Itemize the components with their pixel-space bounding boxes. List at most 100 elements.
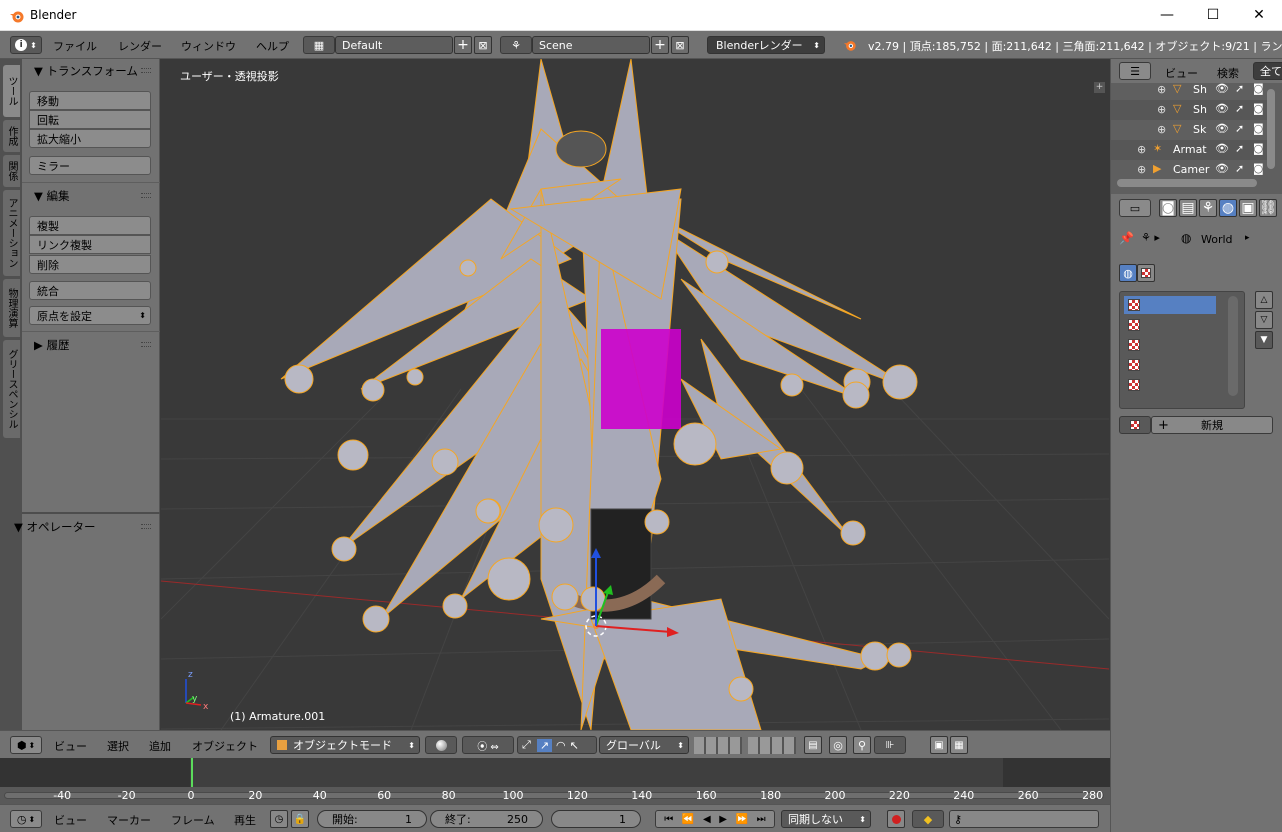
constraints-tab-icon[interactable]: ⛓ [1259,199,1277,217]
texture-slot[interactable] [1124,376,1216,394]
manipulator-toggle-icon[interactable]: ⤢ [522,738,531,752]
move-slot-down-button[interactable]: ▽ [1255,311,1273,329]
jump-end-icon[interactable]: ⏭ [757,814,766,825]
start-frame-field[interactable]: 開始: 1 [317,810,427,828]
drag-handle-icon[interactable] [141,342,151,347]
lock-layers-icon[interactable]: ▤ [804,736,822,754]
editor-type-info-button[interactable]: i ⬍ [10,36,42,54]
active-keying-set-field[interactable]: ⚷ [949,810,1099,828]
outliner-row[interactable]: ⊕ ✶ Armat 👁 ➚ ◙ [1111,140,1273,160]
outliner-display-mode[interactable]: 全て [1253,62,1282,80]
outliner-row[interactable]: ⊕ ▽ Sh 👁 ➚ ◙ [1111,80,1273,100]
expand-icon[interactable]: ⊕ [1137,143,1146,156]
menu-render[interactable]: レンダー [118,38,162,54]
outliner-row[interactable]: ⊕ ▽ Sk 👁 ➚ ◙ [1111,120,1273,140]
world-context-icon[interactable]: ◍ [1119,264,1137,282]
eye-icon[interactable]: 👁 [1215,142,1229,155]
record-icon[interactable] [887,810,905,828]
menu-view[interactable]: ビュー [54,812,87,828]
delete-layout-button[interactable]: ⊠ [474,36,492,54]
drag-handle-icon[interactable] [141,68,151,73]
lock-icon[interactable]: 🔒 [291,810,309,828]
viewport-scene[interactable]: z y x [161,59,1109,730]
menu-object[interactable]: オブジェクト [192,738,258,754]
outliner-scrollbar-v[interactable] [1267,89,1275,169]
screen-layout-field[interactable]: Default [335,36,453,54]
expand-icon[interactable]: ⊕ [1157,123,1166,136]
snap-icon[interactable]: ⚲ [853,736,871,754]
editor-type-properties-button[interactable]: ▭ [1119,199,1151,217]
translate-manipulator-icon[interactable]: ↗ [536,738,553,752]
layer-buttons-2[interactable] [748,737,796,754]
outliner-label[interactable]: Camer [1173,163,1209,176]
texture-slot[interactable] [1124,296,1216,314]
panel-operator-header[interactable]: ▼ オペレーター [14,519,96,535]
texture-slot[interactable] [1124,356,1216,374]
outliner-scrollbar-h[interactable] [1117,179,1257,187]
tab-tools[interactable]: ツール [3,65,20,117]
join-button[interactable]: 統合 [29,281,151,300]
outliner-label[interactable]: Armat [1173,143,1207,156]
render-engine-dropdown[interactable]: Blenderレンダー ⬍ [707,36,825,54]
scale-manipulator-icon[interactable]: ↖ [570,739,579,752]
panel-edit-header[interactable]: ▼ 編集 [34,188,70,204]
menu-playback[interactable]: 再生 [234,812,256,828]
mirror-button[interactable]: ミラー [29,156,151,175]
render-tab-icon[interactable]: ◙ [1159,199,1177,217]
menu-window[interactable]: ウィンドウ [181,38,236,54]
outliner-view-menu[interactable]: ビュー [1165,65,1198,81]
menu-view[interactable]: ビュー [54,738,87,754]
delete-button[interactable]: 削除 [29,255,151,274]
outliner-label[interactable]: Sk [1193,123,1206,136]
tab-animation[interactable]: アニメーション [3,190,20,276]
next-keyframe-icon[interactable]: ⏩ [736,814,748,825]
move-button[interactable]: 移動 [29,91,151,110]
layer-buttons-1[interactable] [694,737,742,754]
eye-icon[interactable]: 👁 [1215,82,1229,95]
keying-set-button[interactable]: ◆ [912,810,944,828]
viewport-shading-button[interactable] [425,736,457,754]
menu-frame[interactable]: フレーム [171,812,215,828]
outliner-label[interactable]: Sh [1193,83,1207,96]
world-tab-icon[interactable]: ◍ [1219,199,1237,217]
preview-range-icon[interactable]: ◷ [270,810,288,828]
outliner-row[interactable]: ⊕ ▶ Camer 👁 ➚ ◙ [1111,160,1273,180]
play-icon[interactable]: ▶ [719,814,727,825]
texture-slot-list[interactable] [1119,291,1245,409]
screen-layout-button[interactable]: ▦ [303,36,335,54]
slot-menu-button[interactable]: ▼ [1255,331,1273,349]
pin-icon[interactable]: 📌 [1119,231,1134,245]
object-tab-icon[interactable]: ▣ [1239,199,1257,217]
tab-physics[interactable]: 物理演算 [3,279,20,337]
cursor-icon[interactable]: ➚ [1235,102,1244,115]
texture-slot[interactable] [1124,336,1216,354]
transform-orientation-dropdown[interactable]: グローバル ⬍ [599,736,689,754]
outliner[interactable]: ☰ ビュー 検索 全て ⊕ ▽ Sh 👁 ➚ ◙ ⊕ ▽ Sh 👁 ➚ ◙ ⊕ ▽ Sk 👁 ➚ ◙ ⊕… [1111,59,1282,194]
duplicate-linked-button[interactable]: リンク複製 [29,235,151,254]
sync-mode-dropdown[interactable]: 同期しない ⬍ [781,810,871,828]
cursor-icon[interactable]: ➚ [1235,122,1244,135]
outliner-row[interactable]: ⊕ ▽ Sh 👁 ➚ ◙ [1111,100,1273,120]
editor-type-timeline-button[interactable]: ◷ ⬍ [10,810,42,828]
3d-viewport[interactable]: z y x ユーザー・透視投影 (1) Armature.001 + [161,59,1109,730]
menu-help[interactable]: ヘルプ [256,38,289,54]
outliner-label[interactable]: Sh [1193,103,1207,116]
texture-slot[interactable] [1124,316,1216,334]
texture-browse-button[interactable] [1119,416,1151,434]
new-texture-button[interactable]: + 新規 [1151,416,1273,434]
expand-icon[interactable]: ⊕ [1137,163,1146,176]
maximize-button[interactable]: ☐ [1190,0,1236,30]
current-frame-indicator[interactable] [191,758,193,787]
move-slot-up-button[interactable]: △ [1255,291,1273,309]
outliner-search-menu[interactable]: 検索 [1217,65,1239,81]
menu-file[interactable]: ファイル [53,38,97,54]
menu-marker[interactable]: マーカー [107,812,151,828]
current-frame-field[interactable]: 1 [551,810,641,828]
drag-handle-icon[interactable] [141,524,151,529]
cursor-icon[interactable]: ➚ [1235,82,1244,95]
tab-create[interactable]: 作成 [3,120,20,152]
pivot-point-button[interactable]: ⦿ ⇔ [462,736,514,754]
camera-icon[interactable]: ◙ [1253,82,1264,95]
editor-type-3d-view-button[interactable]: ⬢ ⬍ [10,736,42,754]
panel-history-header[interactable]: ▶ 履歴 [34,337,70,353]
